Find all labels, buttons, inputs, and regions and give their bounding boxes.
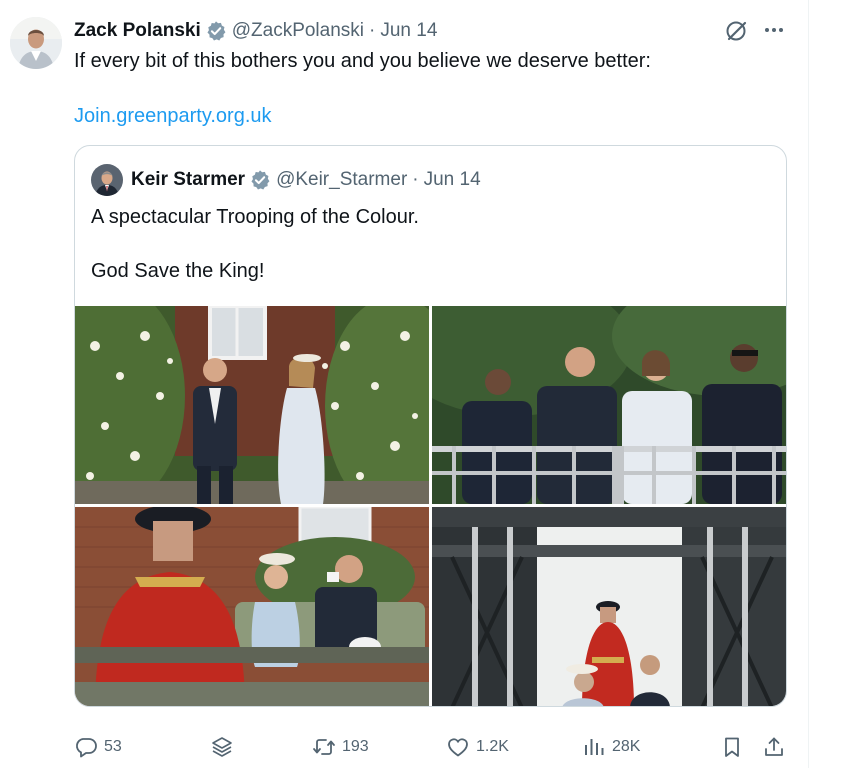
share-icon <box>765 737 783 756</box>
tweet-action-bar: 53 193 1.2K 28K <box>74 732 786 762</box>
author-avatar[interactable] <box>10 17 62 69</box>
quote-text-line-2: God Save the King! <box>91 260 265 282</box>
photo-garden-walk[interactable] <box>75 306 429 504</box>
like-icon <box>448 738 468 757</box>
more-icon[interactable] <box>762 18 786 42</box>
retweet-count: 193 <box>342 738 369 755</box>
share-button[interactable] <box>762 732 786 762</box>
like-button[interactable]: 1.2K <box>446 732 509 762</box>
reply-count: 53 <box>104 738 122 755</box>
retweet-button[interactable]: 193 <box>312 732 369 762</box>
reply-button[interactable]: 53 <box>74 732 122 762</box>
author-name[interactable]: Zack Polanski <box>74 20 201 42</box>
quote-header-separator: · <box>412 169 419 190</box>
photo-stands-applause[interactable] <box>432 306 786 504</box>
tweet-date[interactable]: Jun 14 <box>380 20 437 42</box>
views-icon <box>585 739 604 755</box>
quote-header: Keir Starmer @Keir_Starmer · Jun 14 <box>131 167 481 193</box>
stack-icon <box>212 737 232 757</box>
tweet-text: If every bit of this bothers you and you… <box>74 50 651 72</box>
photo-garden-tea[interactable] <box>75 507 429 706</box>
quoted-tweet[interactable]: Keir Starmer @Keir_Starmer · Jun 14 A sp… <box>74 145 787 707</box>
timeline-divider <box>808 0 809 768</box>
stack-button[interactable] <box>210 732 234 762</box>
bookmark-button[interactable] <box>720 732 744 762</box>
verified-badge-icon[interactable] <box>205 20 227 42</box>
tweet-link[interactable]: Join.greenparty.org.uk <box>74 103 272 129</box>
bookmark-icon <box>725 737 739 757</box>
quote-author-avatar[interactable] <box>91 164 123 196</box>
reply-icon <box>76 738 97 758</box>
quote-text-line-1: A spectacular Trooping of the Colour. <box>91 206 419 228</box>
quote-author-name[interactable]: Keir Starmer <box>131 169 245 191</box>
header-separator: · <box>369 20 376 41</box>
tweet-header: Zack Polanski @ZackPolanski · Jun 14 <box>74 18 437 44</box>
like-count: 1.2K <box>476 738 509 755</box>
views-button[interactable]: 28K <box>582 732 640 762</box>
view-count: 28K <box>612 738 641 755</box>
quote-date[interactable]: Jun 14 <box>424 169 481 191</box>
grok-icon[interactable] <box>724 18 750 44</box>
verified-badge-icon[interactable] <box>249 169 271 191</box>
quote-media-grid <box>75 306 786 706</box>
photo-walkway-guard[interactable] <box>432 507 786 706</box>
retweet-icon <box>313 739 335 755</box>
author-handle[interactable]: @ZackPolanski <box>232 20 364 42</box>
quote-author-handle[interactable]: @Keir_Starmer <box>276 169 407 191</box>
